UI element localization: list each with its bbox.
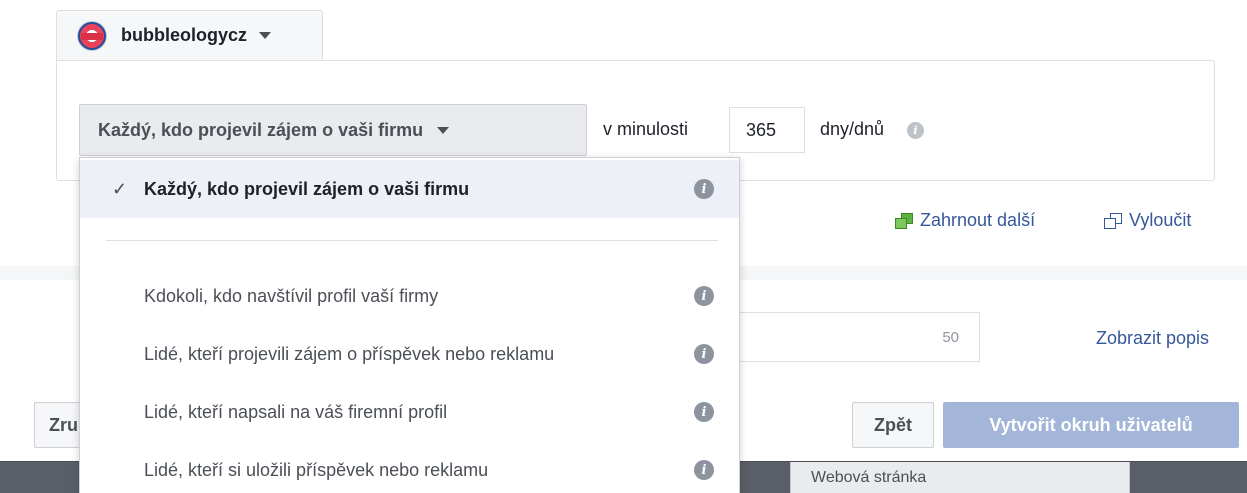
engagement-type-label: Každý, kdo projevil zájem o vaši firmu: [98, 119, 424, 140]
info-icon[interactable]: i: [694, 344, 714, 364]
show-description-link[interactable]: Zobrazit popis: [1096, 328, 1209, 349]
chevron-down-icon: [259, 32, 271, 39]
exclude-label: Vyloučit: [1129, 210, 1192, 230]
menu-item-selected[interactable]: ✓ Každý, kdo projevil zájem o vaši firmu…: [80, 160, 739, 218]
back-button[interactable]: Zpět: [852, 402, 934, 448]
menu-item-label: Lidé, kteří si uložili příspěvek nebo re…: [144, 459, 489, 480]
account-selector[interactable]: bubbleologycz: [56, 10, 323, 60]
description-input[interactable]: 50: [735, 312, 980, 362]
days-unit-label: dny/dnů: [820, 119, 885, 139]
exclude-link[interactable]: Vyloučit: [1104, 210, 1191, 231]
menu-item-label: Kdokoli, kdo navštívil profil vaší firmy: [144, 285, 439, 306]
char-count: 50: [942, 329, 959, 346]
menu-item-label: Lidé, kteří projevili zájem o příspěvek …: [144, 343, 555, 364]
info-icon[interactable]: i: [694, 179, 714, 199]
chevron-down-icon: [437, 126, 450, 134]
menu-item-label: Lidé, kteří napsali na váš firemní profi…: [144, 401, 448, 422]
info-icon[interactable]: i: [907, 122, 924, 139]
account-avatar: [77, 20, 107, 51]
days-input[interactable]: [729, 107, 805, 153]
include-more-link[interactable]: Zahrnout další: [895, 210, 1035, 231]
info-icon[interactable]: i: [694, 402, 714, 422]
menu-item[interactable]: Lidé, kteří napsali na váš firemní profi…: [80, 383, 739, 441]
menu-divider: [106, 240, 718, 241]
info-icon[interactable]: i: [694, 286, 714, 306]
past-label: v minulosti: [603, 119, 689, 139]
engagement-type-dropdown: ✓ Každý, kdo projevil zájem o vaši firmu…: [79, 157, 740, 493]
create-audience-button[interactable]: Vytvořit okruh uživatelů: [943, 402, 1239, 448]
menu-item[interactable]: Kdokoli, kdo navštívil profil vaší firmy…: [80, 267, 739, 325]
exclude-squares-icon: [1104, 212, 1122, 229]
include-squares-icon: [895, 212, 913, 229]
table-cell: Webová stránka: [790, 462, 1130, 493]
info-icon[interactable]: i: [694, 460, 714, 480]
menu-item[interactable]: Lidé, kteří si uložili příspěvek nebo re…: [80, 441, 739, 493]
checkmark-icon: ✓: [112, 178, 128, 199]
include-more-label: Zahrnout další: [920, 210, 1036, 230]
engagement-type-select[interactable]: Každý, kdo projevil zájem o vaši firmu: [79, 104, 587, 156]
menu-item-label: Každý, kdo projevil zájem o vaši firmu: [144, 178, 470, 199]
account-name: bubbleologycz: [121, 25, 247, 45]
menu-item[interactable]: Lidé, kteří projevili zájem o příspěvek …: [80, 325, 739, 383]
